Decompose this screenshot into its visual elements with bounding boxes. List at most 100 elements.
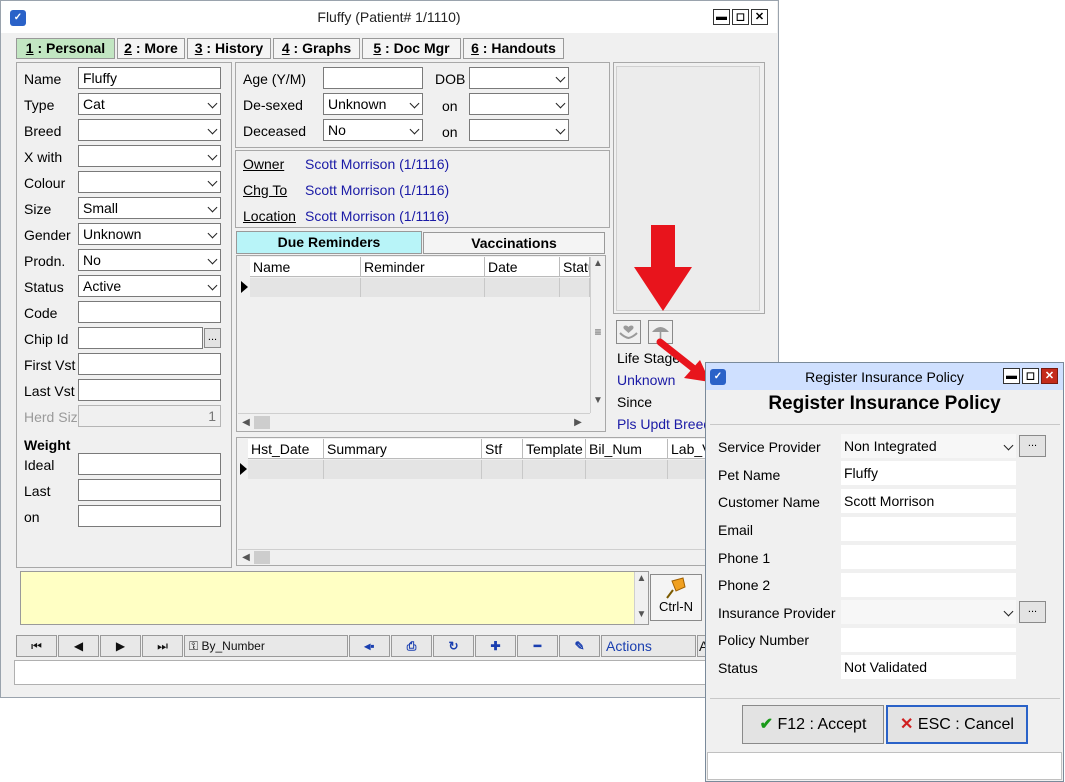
notes-textarea[interactable]: [20, 571, 649, 625]
owner-value[interactable]: Scott Morrison (1/1116): [305, 156, 449, 172]
deceased-on-select[interactable]: [469, 119, 569, 141]
tab-due-reminders[interactable]: Due Reminders: [236, 231, 422, 254]
sort-order-button[interactable]: ⚿ By_Number: [184, 635, 348, 657]
table-row[interactable]: [324, 460, 482, 479]
service-provider-select[interactable]: Non Integrated: [841, 434, 1016, 458]
history-col-template[interactable]: Template: [523, 439, 586, 459]
lastvst-input[interactable]: [78, 379, 221, 401]
reminders-col-name[interactable]: Name: [250, 257, 361, 277]
phone2-field[interactable]: [841, 573, 1016, 597]
breed-update-note[interactable]: Pls Updt Breed: [617, 416, 705, 432]
name-input[interactable]: Fluffy: [78, 67, 221, 89]
table-row[interactable]: [668, 460, 708, 479]
edit-record-button[interactable]: ✎: [559, 635, 600, 657]
table-row[interactable]: [485, 278, 560, 297]
maximize-button[interactable]: ◻: [732, 9, 749, 25]
policy-number-field[interactable]: [841, 628, 1016, 652]
table-row[interactable]: [523, 460, 586, 479]
deceased-select[interactable]: No: [323, 119, 423, 141]
next-record-button[interactable]: ▶: [100, 635, 141, 657]
print-icon[interactable]: ⎙: [391, 635, 432, 657]
history-col-lab[interactable]: Lab_V: [668, 439, 708, 459]
customer-name-field[interactable]: Scott Morrison: [841, 489, 1016, 513]
colour-select[interactable]: [78, 171, 221, 193]
history-col-hst-date[interactable]: Hst_Date: [248, 439, 324, 459]
history-hscrollbar[interactable]: ◀: [238, 549, 708, 565]
history-col-stf[interactable]: Stf: [482, 439, 523, 459]
minimize-button[interactable]: ▬: [713, 9, 730, 25]
tab-more[interactable]: 2 : More: [117, 38, 185, 59]
chgto-value[interactable]: Scott Morrison (1/1116): [305, 182, 449, 198]
prev-record-button[interactable]: ◀: [58, 635, 99, 657]
chgto-link[interactable]: Chg To: [243, 182, 287, 198]
tab-handouts[interactable]: 6 : Handouts: [463, 38, 564, 59]
age-input[interactable]: [323, 67, 423, 89]
reminders-col-reminder[interactable]: Reminder: [361, 257, 485, 277]
owner-link[interactable]: Owner: [243, 156, 284, 172]
gender-select[interactable]: Unknown: [78, 223, 221, 245]
accept-button[interactable]: ✔ F12 : Accept: [742, 705, 884, 744]
weight-on-input[interactable]: [78, 505, 221, 527]
weight-ideal-input[interactable]: [78, 453, 221, 475]
table-row[interactable]: [250, 278, 361, 297]
size-select[interactable]: Small: [78, 197, 221, 219]
dob-select[interactable]: [469, 67, 569, 89]
dialog-close-button[interactable]: ✕: [1041, 368, 1058, 384]
table-row[interactable]: [361, 278, 485, 297]
location-link[interactable]: Location: [243, 208, 296, 224]
last-record-button[interactable]: ⏭: [142, 635, 183, 657]
notes-pin-button[interactable]: Ctrl-N: [650, 574, 702, 621]
chip-browse-button[interactable]: ...: [204, 328, 221, 348]
scroll-thumb[interactable]: [254, 416, 270, 429]
scroll-left-icon[interactable]: ◀: [240, 551, 252, 565]
tab-history[interactable]: 3 : History: [187, 38, 271, 59]
xwith-select[interactable]: [78, 145, 221, 167]
weight-last-input[interactable]: [78, 479, 221, 501]
reminders-col-date[interactable]: Date: [485, 257, 560, 277]
pet-name-field[interactable]: Fluffy: [841, 461, 1016, 485]
tab-personal[interactable]: 1 : Personal: [16, 38, 115, 59]
chip-input[interactable]: [78, 327, 203, 349]
code-input[interactable]: [78, 301, 221, 323]
goto-record-button[interactable]: ◂▪: [349, 635, 390, 657]
reminders-col-status[interactable]: Statu: [560, 257, 590, 277]
actions-menu-button[interactable]: Actions: [601, 635, 696, 657]
refresh-icon[interactable]: ↻: [433, 635, 474, 657]
care-hands-icon[interactable]: [616, 320, 641, 344]
table-row[interactable]: [586, 460, 668, 479]
phone1-field[interactable]: [841, 545, 1016, 569]
reminders-hscrollbar[interactable]: ◀ ▶: [238, 413, 590, 431]
desexed-select[interactable]: Unknown: [323, 93, 423, 115]
tab-vaccinations[interactable]: Vaccinations: [423, 232, 605, 254]
location-value[interactable]: Scott Morrison (1/1116): [305, 208, 449, 224]
reminders-vscrollbar[interactable]: ▲ ≡ ▼: [590, 257, 605, 413]
scroll-right-icon[interactable]: ▶: [572, 416, 584, 430]
email-field[interactable]: [841, 517, 1016, 541]
desexed-on-select[interactable]: [469, 93, 569, 115]
tab-graphs[interactable]: 4 : Graphs: [273, 38, 360, 59]
first-record-button[interactable]: ⏮: [16, 635, 57, 657]
scroll-down-icon[interactable]: ▼: [635, 608, 648, 622]
scroll-thumb[interactable]: [254, 551, 270, 564]
table-row[interactable]: [248, 460, 324, 479]
close-button[interactable]: ✕: [751, 9, 768, 25]
prodn-select[interactable]: No: [78, 249, 221, 271]
scroll-left-icon[interactable]: ◀: [240, 416, 252, 430]
scroll-grip-icon[interactable]: ≡: [591, 325, 605, 339]
dialog-maximize-button[interactable]: ◻: [1022, 368, 1039, 384]
insurance-provider-select[interactable]: [841, 600, 1016, 624]
history-col-summary[interactable]: Summary: [324, 439, 482, 459]
insurance-provider-browse-button[interactable]: ...: [1019, 601, 1046, 623]
service-provider-browse-button[interactable]: ...: [1019, 435, 1046, 457]
history-col-bil-num[interactable]: Bil_Num: [586, 439, 668, 459]
table-row[interactable]: [482, 460, 523, 479]
delete-record-button[interactable]: ━: [517, 635, 558, 657]
scroll-up-icon[interactable]: ▲: [591, 257, 605, 271]
breed-select[interactable]: [78, 119, 221, 141]
cancel-button[interactable]: ✕ ESC : Cancel: [886, 705, 1028, 744]
notes-scrollbar[interactable]: ▲ ▼: [634, 572, 648, 624]
firstvst-input[interactable]: [78, 353, 221, 375]
tab-doc-mgr[interactable]: 5 : Doc Mgr: [362, 38, 461, 59]
scroll-down-icon[interactable]: ▼: [591, 394, 605, 408]
type-select[interactable]: Cat: [78, 93, 221, 115]
